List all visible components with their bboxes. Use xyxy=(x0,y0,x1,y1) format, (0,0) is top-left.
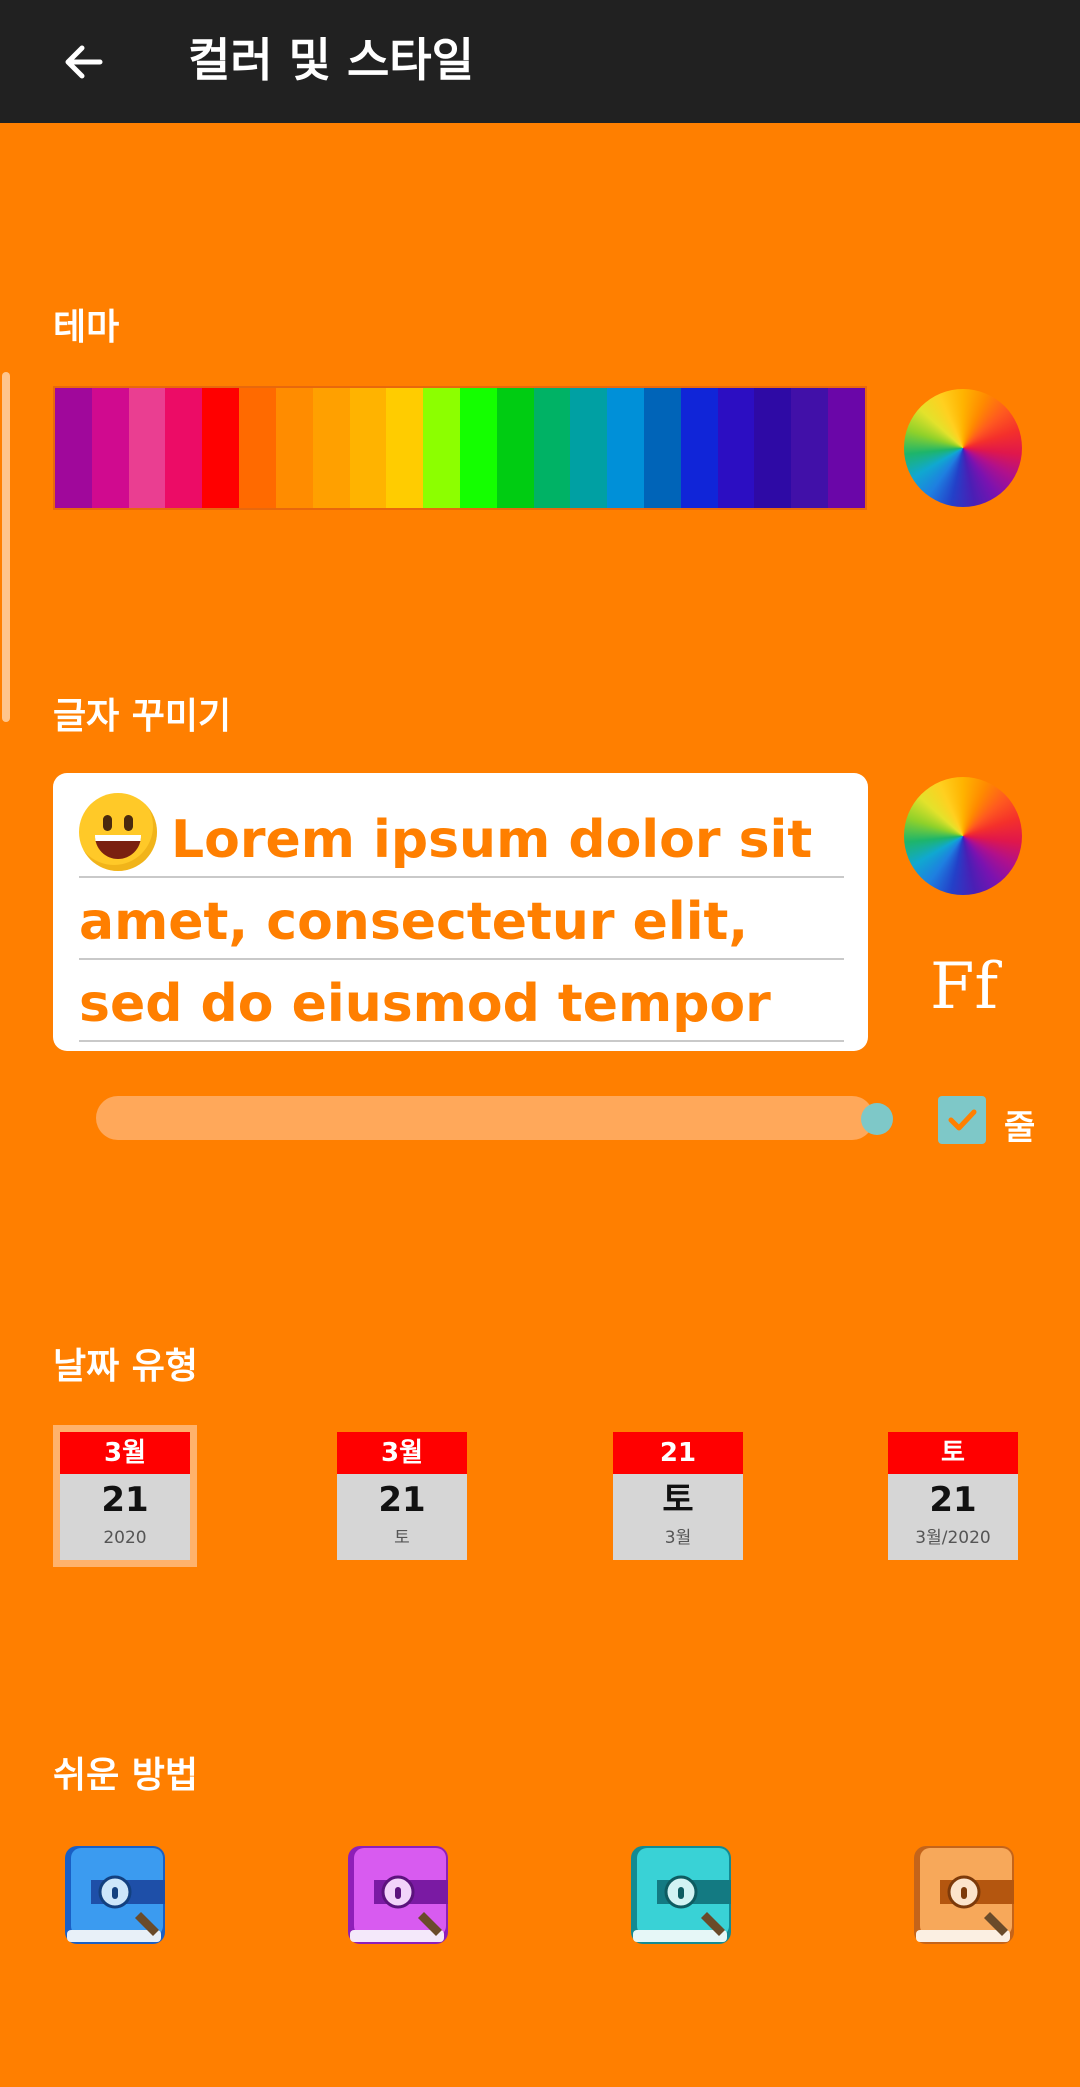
date-format-option[interactable]: 토 21 3월/2020 xyxy=(888,1432,1018,1560)
text-preview: Lorem ipsum dolor sit amet, consectetur … xyxy=(79,793,849,1045)
back-button[interactable] xyxy=(44,22,124,102)
date-format-option[interactable]: 21 토 3월 xyxy=(613,1432,743,1560)
theme-swatch-21[interactable] xyxy=(828,388,865,508)
theme-swatch-strip xyxy=(53,386,867,510)
theme-swatch-20[interactable] xyxy=(791,388,829,508)
text-color-wheel-icon[interactable] xyxy=(904,777,1022,895)
purple-diary-icon[interactable] xyxy=(344,1842,452,1948)
arrow-left-icon xyxy=(65,45,103,79)
theme-swatch-6[interactable] xyxy=(275,388,313,508)
theme-swatch-1[interactable] xyxy=(91,388,129,508)
theme-swatch-15[interactable] xyxy=(607,388,644,508)
date-format-option[interactable]: 3월 21 토 xyxy=(337,1432,467,1560)
theme-swatch-17[interactable] xyxy=(680,388,718,508)
line-checkbox[interactable] xyxy=(938,1096,986,1144)
text-size-slider[interactable] xyxy=(96,1096,874,1140)
theme-swatch-8[interactable] xyxy=(349,388,387,508)
theme-swatch-3[interactable] xyxy=(165,388,203,508)
theme-swatch-13[interactable] xyxy=(533,388,571,508)
app-bar: 컬러 및 스타일 xyxy=(0,0,1080,123)
theme-swatch-2[interactable] xyxy=(128,388,166,508)
orange-diary-icon[interactable] xyxy=(910,1842,1018,1948)
theme-swatch-16[interactable] xyxy=(644,388,681,508)
theme-swatch-4[interactable] xyxy=(202,388,240,508)
text-preview-card[interactable]: Lorem ipsum dolor sit amet, consectetur … xyxy=(53,773,868,1051)
date-format-option[interactable]: 3월 21 2020 xyxy=(53,1425,197,1567)
theme-swatch-14[interactable] xyxy=(570,388,608,508)
slider-thumb[interactable] xyxy=(861,1103,893,1135)
easy-method-section-title: 쉬운 방법 xyxy=(53,1755,199,1796)
theme-swatch-7[interactable] xyxy=(312,388,350,508)
theme-swatch-9[interactable] xyxy=(386,388,424,508)
scroll-indicator xyxy=(2,372,10,722)
theme-swatch-19[interactable] xyxy=(754,388,792,508)
teal-diary-icon[interactable] xyxy=(627,1842,735,1948)
theme-swatch-0[interactable] xyxy=(55,388,92,508)
theme-swatch-18[interactable] xyxy=(717,388,755,508)
theme-section-title: 테마 xyxy=(53,307,120,348)
page-title: 컬러 및 스타일 xyxy=(188,33,474,87)
date-format-section-title: 날짜 유형 xyxy=(53,1346,199,1387)
theme-swatch-12[interactable] xyxy=(496,388,534,508)
theme-swatch-5[interactable] xyxy=(239,388,276,508)
theme-swatch-11[interactable] xyxy=(459,388,497,508)
preview-text: Lorem ipsum dolor sit amet, consectetur … xyxy=(79,810,813,1034)
line-checkbox-label: 줄 xyxy=(1004,1108,1036,1148)
font-button[interactable]: Ff xyxy=(930,950,998,1024)
grinning-face-icon xyxy=(79,793,157,871)
color-wheel-icon[interactable] xyxy=(904,389,1022,507)
text-style-section-title: 글자 꾸미기 xyxy=(53,696,232,737)
check-icon xyxy=(948,1109,977,1131)
blue-diary-icon[interactable] xyxy=(61,1842,169,1948)
theme-swatch-10[interactable] xyxy=(423,388,460,508)
